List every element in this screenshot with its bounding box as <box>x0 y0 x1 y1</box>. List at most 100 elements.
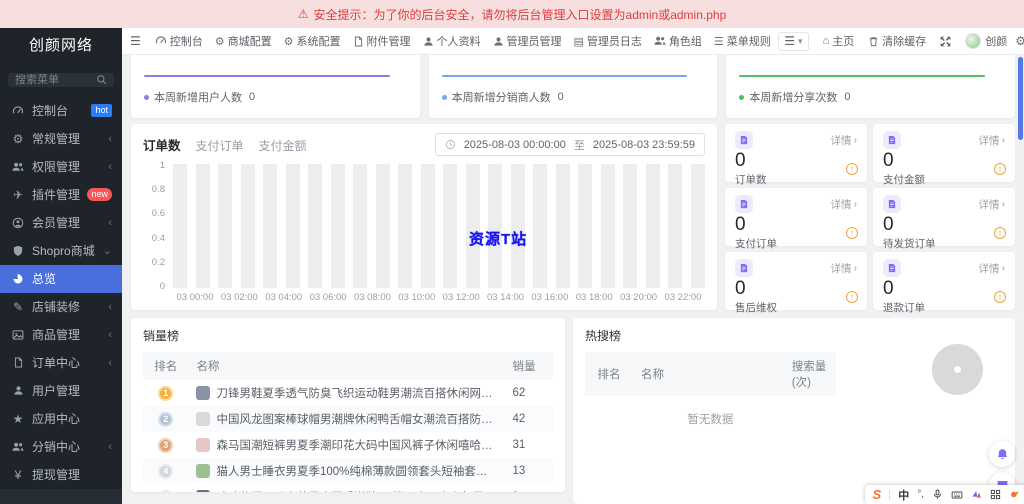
topnav-item[interactable]: 角色组 <box>648 33 708 49</box>
shield-icon <box>10 245 26 257</box>
sales-rank-row[interactable]: 2 中国风龙图案棒球帽男潮牌休闲鸭舌帽女潮流百搭防晒遮阳太阳帽子 42 <box>143 406 553 432</box>
weekly-stat-card: 本周新增分销商人数 0 <box>428 55 718 118</box>
sidebar-search-box[interactable] <box>8 73 114 87</box>
topnav-item-label: 管理员日志 <box>586 36 642 48</box>
sidebar-item-label: 订单中心 <box>32 356 81 371</box>
info-circle-icon[interactable]: ! <box>846 163 858 175</box>
settings-gear-icon[interactable]: ⚙ <box>1015 34 1024 48</box>
topnav-item[interactable]: 控制台 <box>149 33 209 49</box>
tabs-dropdown-button[interactable]: ☰ ▾ <box>778 31 809 51</box>
divider <box>889 489 891 500</box>
home-button[interactable]: ⌂ 主页 <box>817 33 861 49</box>
detail-link[interactable]: 详情 › <box>831 133 858 148</box>
users-icon <box>654 35 666 47</box>
scrollbar-thumb[interactable] <box>1018 57 1023 140</box>
fullscreen-icon[interactable] <box>934 36 957 47</box>
x-tick: 03 22:00 <box>664 292 702 303</box>
ime-lang-toggle[interactable]: 中 <box>898 487 909 503</box>
legend-dot <box>441 94 447 100</box>
chevron-right-icon: › <box>1001 198 1006 210</box>
sidebar-item[interactable]: ⚙ 常规管理 ‹ <box>0 125 122 153</box>
money-icon <box>883 131 901 149</box>
ime-logo[interactable]: S <box>873 487 882 502</box>
detail-link[interactable]: 详情 › <box>831 261 858 276</box>
chart-placeholder-bar <box>668 164 683 288</box>
y-tick: 0.6 <box>151 208 165 220</box>
info-circle-icon[interactable]: ! <box>846 227 858 239</box>
sidebar-item[interactable]: 商品管理 ‹ <box>0 321 122 349</box>
product: 猫人男士睡衣男夏季100%纯棉薄款圆领套头短袖套装男ins潮休闲运动可外穿家居服 <box>196 463 496 479</box>
sidebar-item[interactable]: 控制台 hot <box>0 97 122 125</box>
topnav-item[interactable]: ☰ 菜单规则 <box>708 33 777 49</box>
mic-icon[interactable] <box>932 489 943 500</box>
topnav-item-label: 系统配置 <box>296 36 341 48</box>
sales-value: 13 <box>512 465 526 477</box>
date-range-picker[interactable]: 2025-08-03 00:00:00 至 2025-08-03 23:59:5… <box>434 133 705 156</box>
topnav-item[interactable]: ⚙ 系统配置 <box>278 33 347 49</box>
sidebar-item[interactable]: 会员管理 ‹ <box>0 209 122 237</box>
tab-order-count[interactable]: 订单数 <box>143 135 181 154</box>
yen-icon: ¥ <box>14 467 22 482</box>
ime-tool-icon[interactable] <box>1009 489 1020 500</box>
col-sales: 销量 <box>512 361 536 373</box>
detail-link-label: 详情 <box>978 262 1000 275</box>
sales-rank-row[interactable]: 3 森马国潮短裤男夏季潮印花大码中国风裤子休闲嘻哈潮流宽松五分裤 31 <box>143 432 553 458</box>
tab-paid-amount[interactable]: 支付金额 <box>259 137 307 154</box>
sidebar-item-label: 提现管理 <box>32 468 81 483</box>
product: 嘻哈休闲运动套装男士夏季潮牌ins胖子大码青少年男装短裤短袖t恤 <box>196 489 496 492</box>
user-menu[interactable]: 创颜 <box>959 33 1013 49</box>
topnav-item[interactable]: 附件管理 <box>347 33 417 49</box>
info-circle-icon[interactable]: ! <box>846 291 858 303</box>
sales-rank-row[interactable]: 4 猫人男士睡衣男夏季100%纯棉薄款圆领套头短袖套装男ins潮休闲运动可外穿家居… <box>143 458 553 484</box>
detail-link[interactable]: 详情 › <box>979 261 1006 276</box>
sidebar-item[interactable]: 分销中心 ‹ <box>0 433 122 461</box>
info-circle-icon[interactable]: ! <box>994 227 1006 239</box>
topnav-item[interactable]: ▤ 管理员日志 <box>568 33 648 49</box>
detail-link[interactable]: 详情 › <box>979 133 1006 148</box>
sidebar-item-label: 店铺装修 <box>32 300 81 315</box>
notification-bell-button[interactable] <box>989 441 1015 467</box>
sidebar-item[interactable]: 权限管理 ‹ <box>0 153 122 181</box>
ime-skin-icon[interactable] <box>971 489 982 500</box>
rank-medal: 3 <box>158 437 174 453</box>
sidebar-item[interactable]: ¥ 提现管理 <box>0 461 122 489</box>
menu-toggle-icon[interactable]: ☰ <box>130 34 141 48</box>
sidebar-item[interactable]: ✎ 店铺装修 ‹ <box>0 293 122 321</box>
ime-toolbar[interactable]: S 中 °, <box>864 485 1024 504</box>
info-circle-icon[interactable]: ! <box>994 291 1006 303</box>
topnav-item[interactable]: 管理员管理 <box>487 33 568 49</box>
sales-rank-title: 销量榜 <box>143 329 180 343</box>
order-stats-grid: 详情 › 0 订单数! 详情 › 0 支付金额! 详情 › 0 支付订单! 详情 › 0 待发货订单! 详情 › 0… <box>725 124 1015 314</box>
chart-placeholder-bar <box>195 164 210 288</box>
info-circle-icon[interactable]: ! <box>994 163 1006 175</box>
legend-dot <box>739 94 745 100</box>
sidebar-item[interactable]: Shopro商城 ⌄ <box>0 237 122 265</box>
brush-icon: ✎ <box>12 299 24 314</box>
sidebar-search-input[interactable] <box>15 73 96 86</box>
ime-symbol-icon[interactable]: °, <box>917 489 924 500</box>
clear-cache-button[interactable]: 清除缓存 <box>862 33 932 49</box>
trash-icon <box>868 36 879 47</box>
detail-link[interactable]: 详情 › <box>979 197 1006 212</box>
sidebar-item[interactable]: ✈ 插件管理 new <box>0 181 122 209</box>
topnav-item[interactable]: ⚙ 商城配置 <box>209 33 278 49</box>
chart-placeholder-bar <box>308 164 323 288</box>
chart-bars <box>173 164 705 288</box>
ime-grid-icon[interactable] <box>990 489 1001 500</box>
tab-paid-orders[interactable]: 支付订单 <box>196 137 244 154</box>
detail-link[interactable]: 详情 › <box>831 197 858 212</box>
keyboard-icon[interactable] <box>951 489 963 501</box>
topnav-item[interactable]: 个人资料 <box>417 33 487 49</box>
sales-rank-row[interactable]: 1 刀锋男鞋夏季透气防臭飞织运动鞋男潮流百搭休闲网面跑步鞋大码46 62 <box>143 380 553 406</box>
hot-search-card: 热搜榜 排名 名称 搜索量(次) 暂无数据 <box>573 318 1015 504</box>
caret-down-icon: ▾ <box>798 35 803 46</box>
order-stat-card: 详情 › 0 待发货订单! <box>873 188 1015 250</box>
sidebar-footer <box>0 488 122 504</box>
sidebar-item[interactable]: ★ 应用中心 <box>0 405 122 433</box>
x-tick: 03 10:00 <box>398 292 436 303</box>
sidebar-item[interactable]: 用户管理 <box>0 377 122 405</box>
sidebar-item[interactable]: 订单中心 ‹ <box>0 349 122 377</box>
stat-value: 0 <box>735 214 746 235</box>
sales-rank-row[interactable]: 5 嘻哈休闲运动套装男士夏季潮牌ins胖子大码青少年男装短裤短袖t恤 9 <box>143 484 553 492</box>
sidebar-item[interactable]: 总览 <box>0 264 122 293</box>
